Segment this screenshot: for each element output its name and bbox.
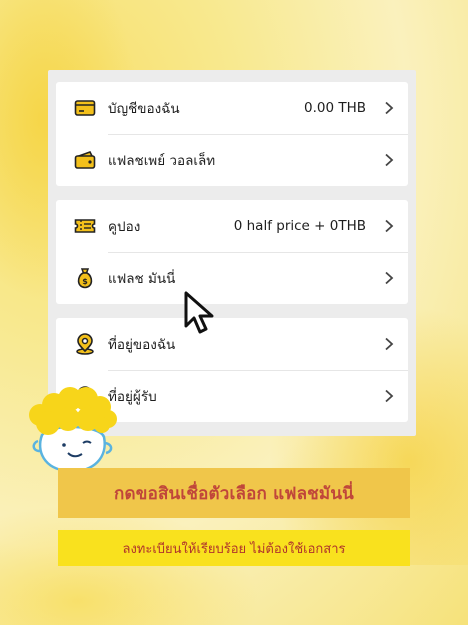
chevron-right-icon xyxy=(385,153,394,167)
menu-panel: บัญชีของฉัน 0.00 THB แฟลชเพย์ วอลเล็ท คู… xyxy=(48,70,416,436)
menu-card-account: บัญชีของฉัน 0.00 THB แฟลชเพย์ วอลเล็ท xyxy=(56,82,408,186)
menu-card-rewards: คูปอง 0 half price + 0THB $ แฟลช มันนี่ xyxy=(56,200,408,304)
menu-item-label: แฟลชเพย์ วอลเล็ท xyxy=(108,153,216,169)
subline-banner: ลงทะเบียนให้เรียบร้อย ไม่ต้องใช้เอกสาร xyxy=(58,530,410,566)
chevron-right-icon xyxy=(385,389,394,403)
account-balance: 0.00 THB xyxy=(303,100,366,116)
headline-banner: กดขอสินเชื่อตัวเลือก แฟลชมันนี่ xyxy=(58,468,410,518)
menu-item-label: ที่อยู่ผู้รับ xyxy=(108,389,157,405)
wallet-card-icon xyxy=(74,97,96,119)
chevron-right-icon xyxy=(385,337,394,351)
menu-item-label: คูปอง xyxy=(108,219,141,235)
chevron-right-icon xyxy=(385,101,394,115)
menu-item-my-address[interactable]: ที่อยู่ของฉัน xyxy=(56,318,408,370)
menu-item-label: ที่อยู่ของฉัน xyxy=(108,337,176,353)
money-bag-icon: $ xyxy=(74,267,96,289)
chevron-right-icon xyxy=(385,219,394,233)
menu-item-flash-money[interactable]: $ แฟลช มันนี่ xyxy=(56,252,408,304)
coupon-value: 0 half price + 0THB xyxy=(233,218,366,234)
coupon-icon xyxy=(74,215,96,237)
mouse-pointer-icon xyxy=(184,291,214,334)
menu-item-label: แฟลช มันนี่ xyxy=(108,271,176,287)
flash-wallet-icon xyxy=(74,149,96,171)
chevron-right-icon xyxy=(385,271,394,285)
menu-item-flash-pay-wallet[interactable]: แฟลชเพย์ วอลเล็ท xyxy=(56,134,408,186)
menu-item-label: บัญชีของฉัน xyxy=(108,101,180,117)
menu-item-my-account[interactable]: บัญชีของฉัน 0.00 THB xyxy=(56,82,408,134)
menu-item-coupon[interactable]: คูปอง 0 half price + 0THB xyxy=(56,200,408,252)
location-pin-icon xyxy=(74,333,96,355)
svg-text:$: $ xyxy=(82,277,88,286)
